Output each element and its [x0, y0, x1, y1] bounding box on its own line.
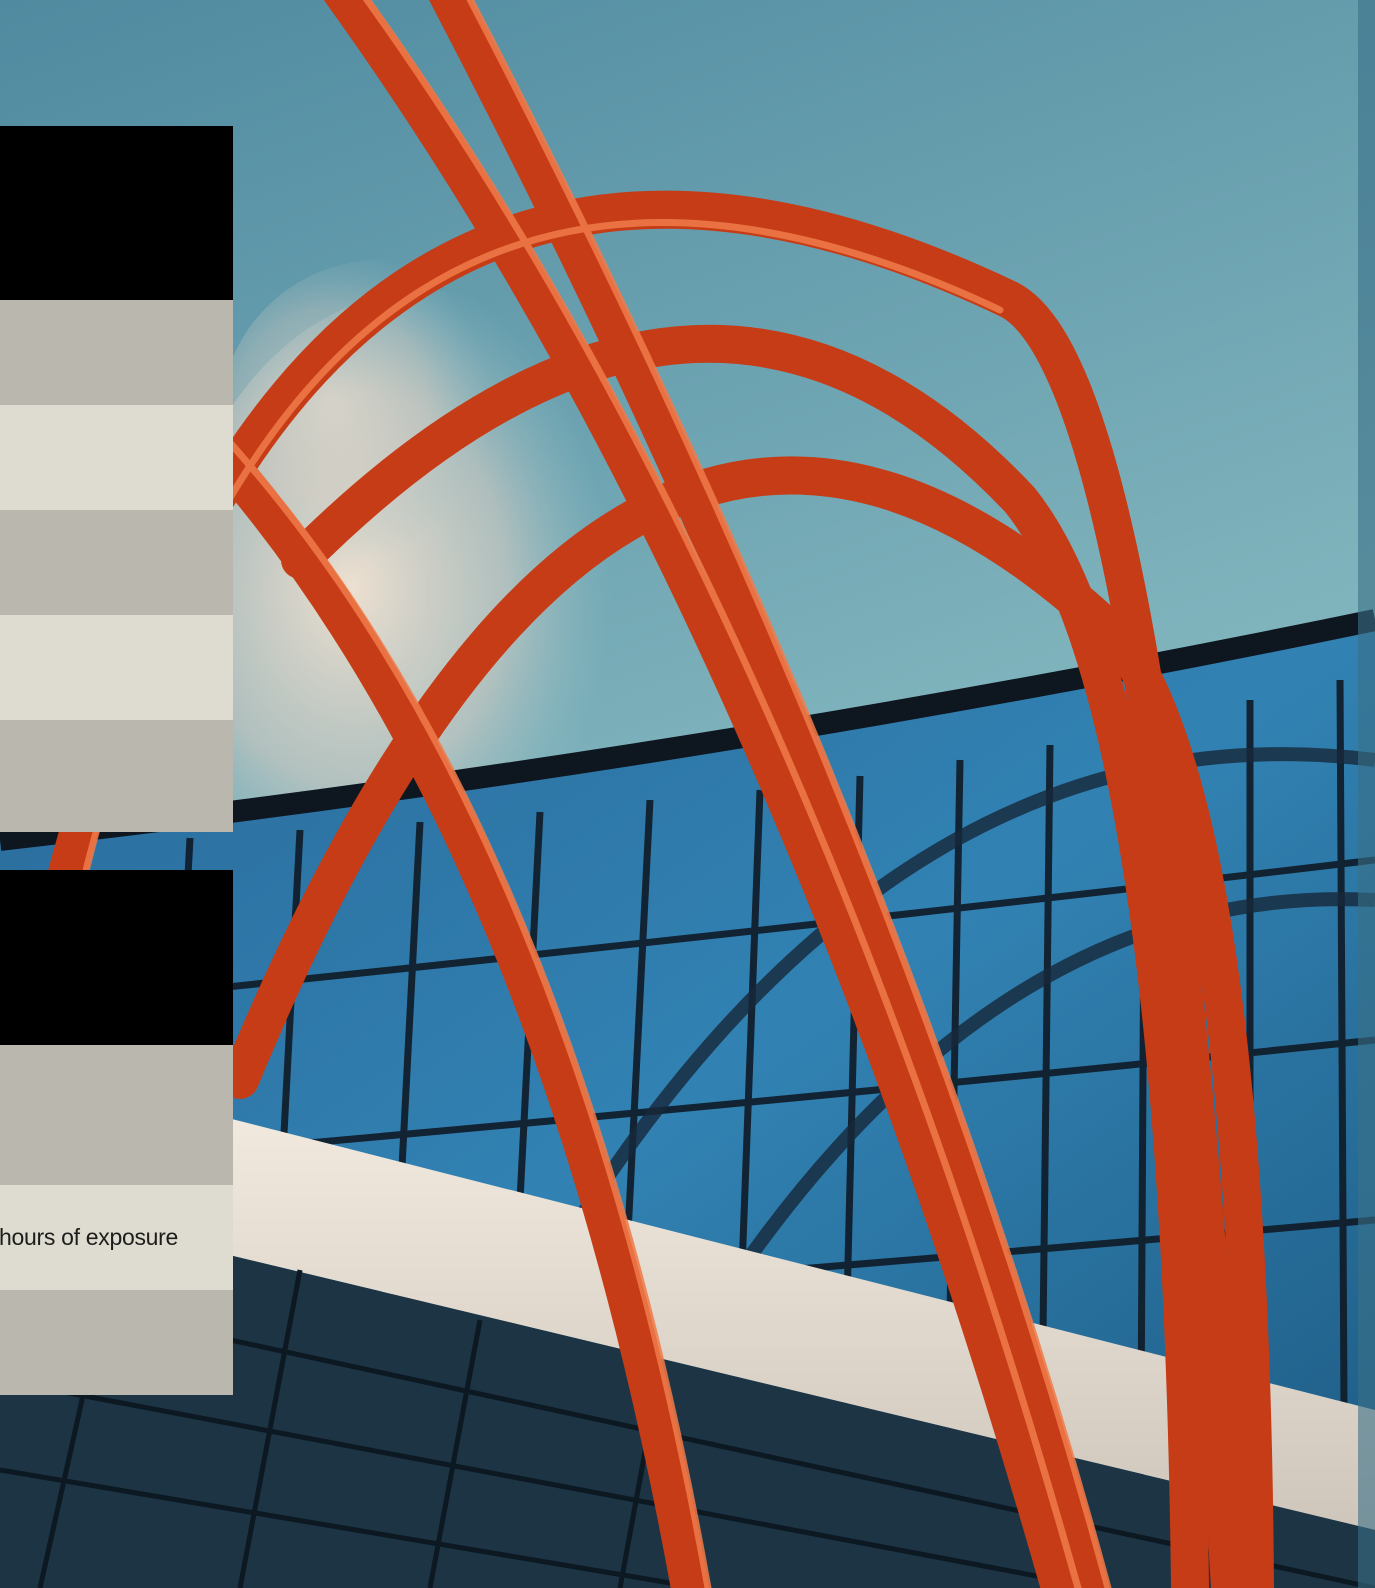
sidebar-strip-6	[0, 1045, 233, 1185]
sidebar-strip-2	[0, 405, 233, 510]
exposure-caption: hours of exposure	[0, 1224, 178, 1250]
sidebar-block-1	[0, 126, 233, 300]
sidebar-strip-3	[0, 510, 233, 615]
sidebar-strip-4	[0, 615, 233, 720]
sidebar-strip-5	[0, 720, 233, 832]
sidebar-strip-7	[0, 1290, 233, 1395]
sidebar-strip-1	[0, 300, 233, 405]
sidebar-caption-strip: hours of exposure	[0, 1185, 233, 1290]
sidebar-block-2	[0, 870, 233, 1045]
